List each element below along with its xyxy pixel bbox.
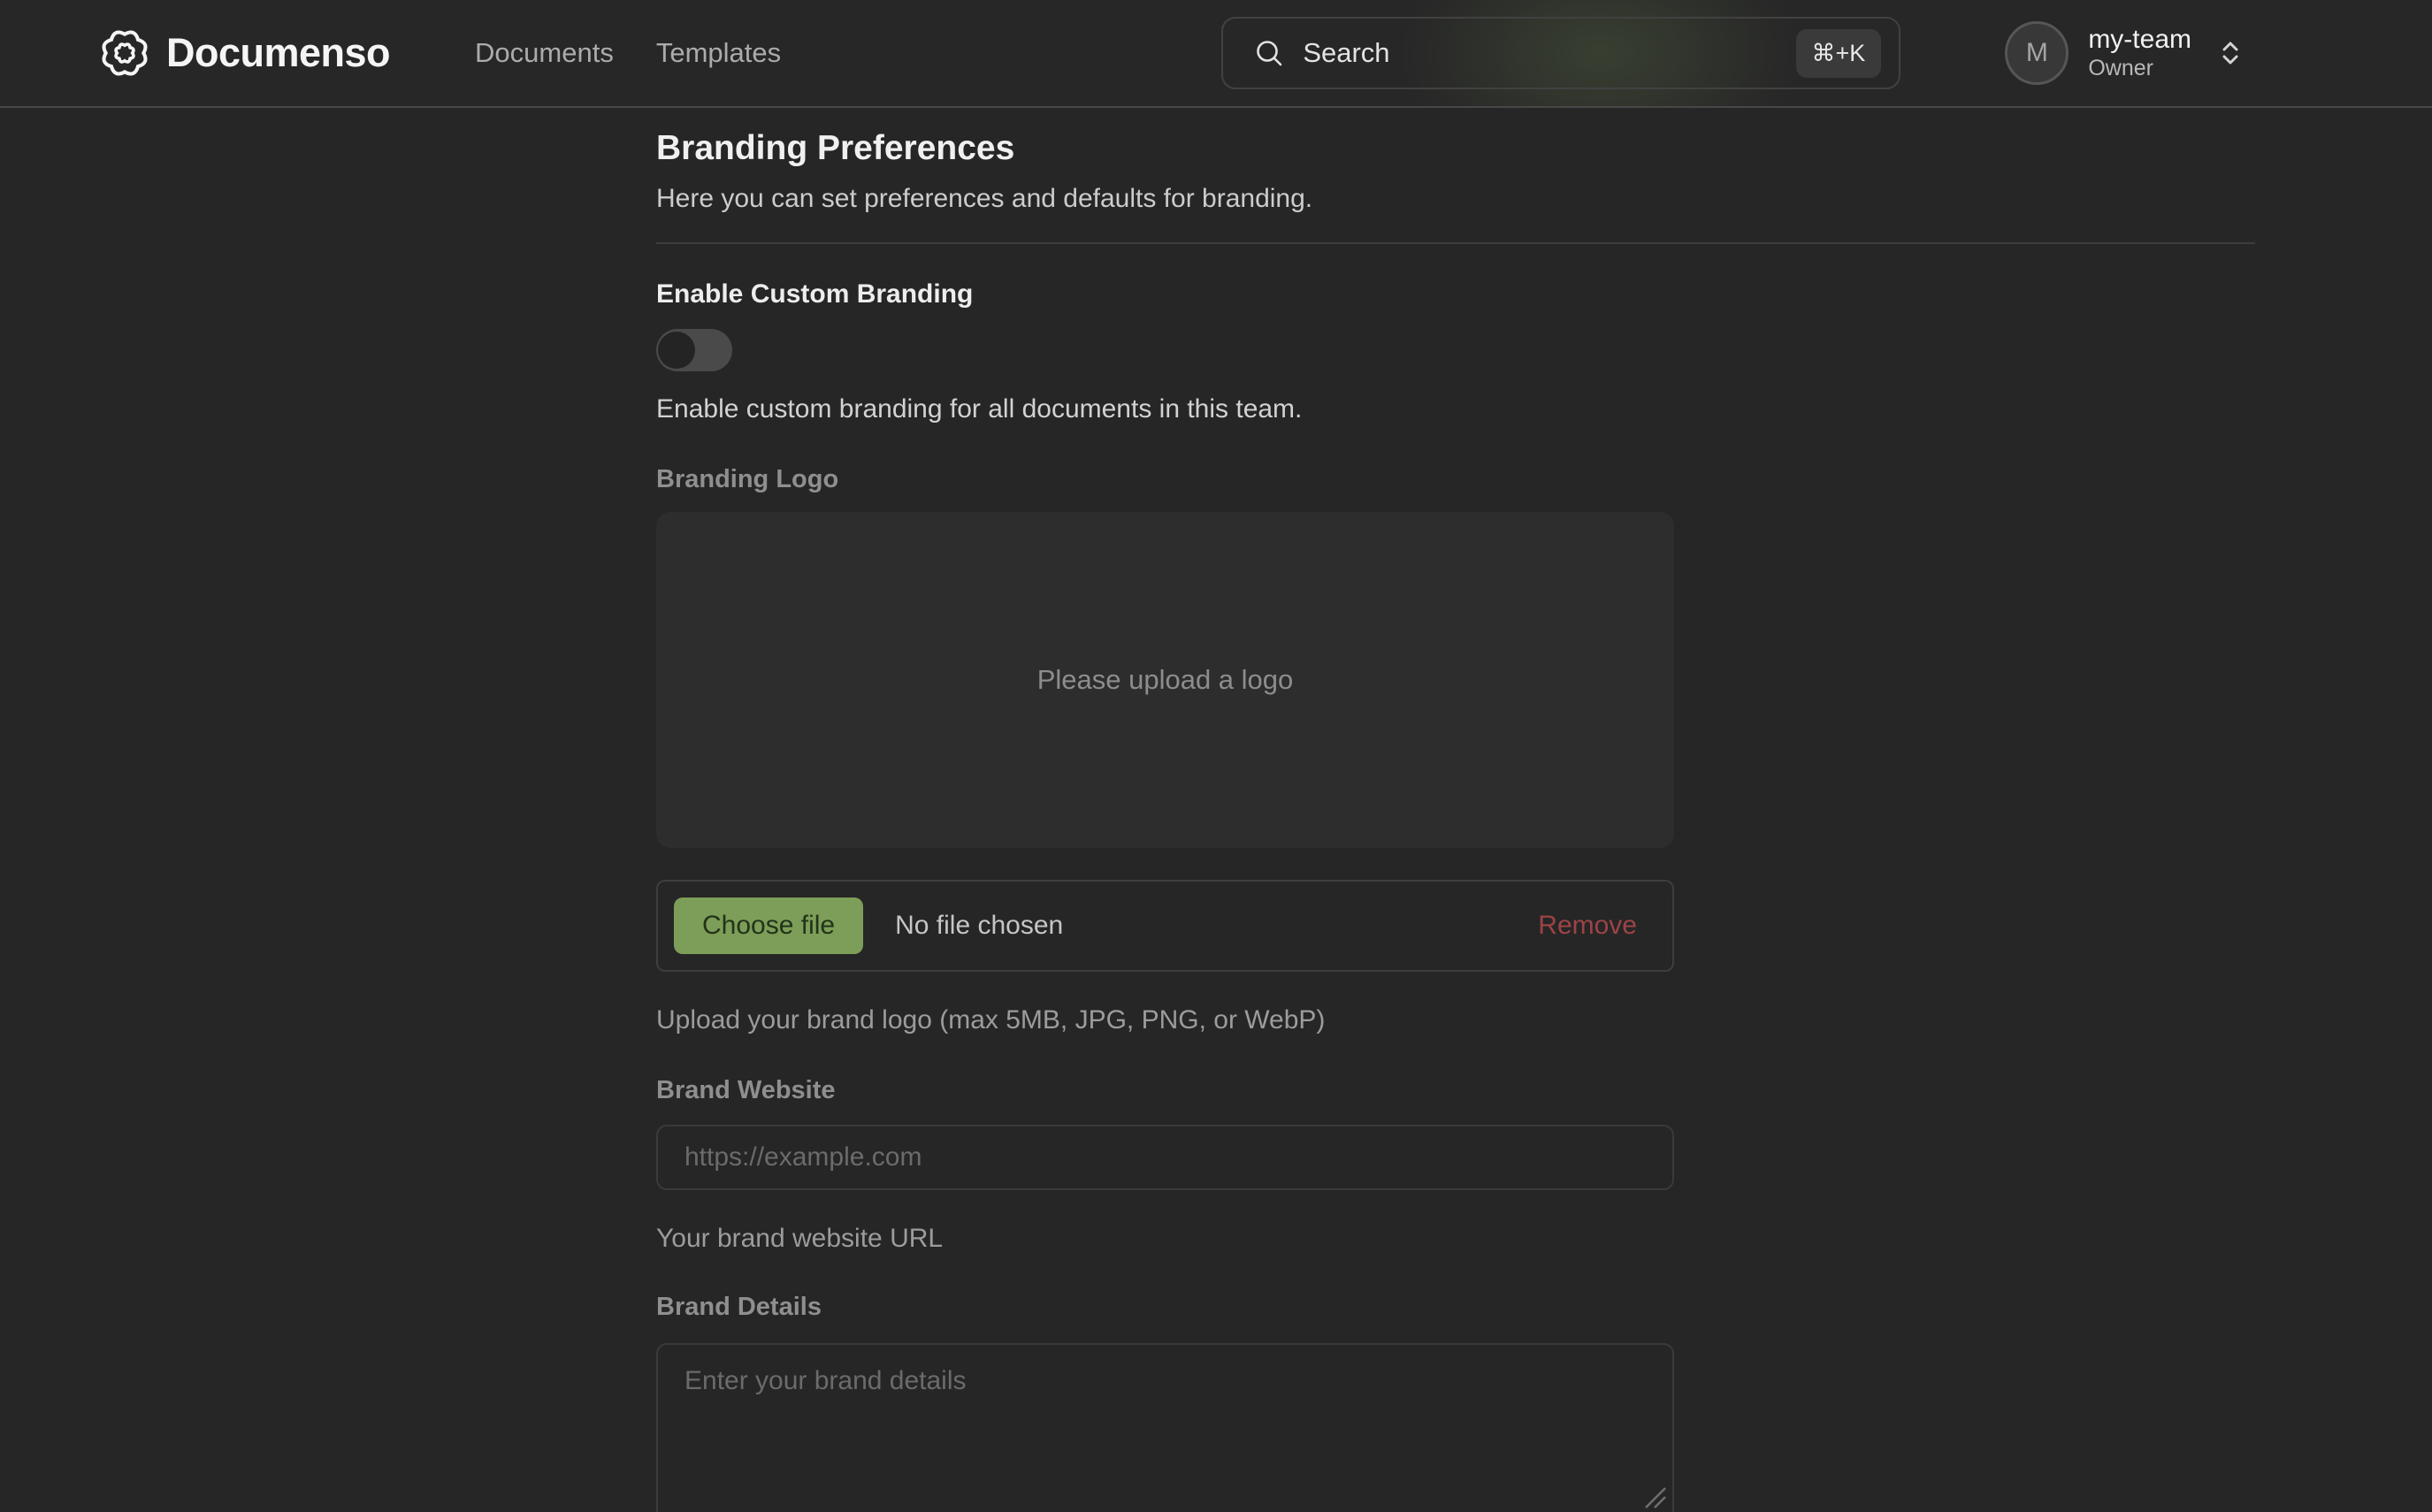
remove-logo-button[interactable]: Remove — [1538, 911, 1637, 941]
page-subtitle: Here you can set preferences and default… — [656, 184, 2255, 214]
team-info: my-team Owner — [2088, 25, 2191, 80]
team-menu-button[interactable]: M my-team Owner — [2005, 21, 2245, 85]
brand-name: Documenso — [166, 30, 390, 76]
branding-logo-label: Branding Logo — [656, 465, 2255, 494]
search-input[interactable] — [1285, 19, 1795, 88]
resize-grip-icon[interactable] — [1639, 1481, 1669, 1511]
app-window: Documenso Documents Templates ⌘+K M my-t… — [0, 0, 2432, 1512]
website-helper-text: Your brand website URL — [656, 1224, 2255, 1254]
nav-item-documents[interactable]: Documents — [475, 37, 614, 69]
brand-details-textarea[interactable] — [656, 1343, 1674, 1512]
nav-item-templates[interactable]: Templates — [656, 37, 781, 69]
documenso-logo-icon — [97, 26, 152, 80]
team-name: my-team — [2088, 25, 2191, 56]
search-box[interactable]: ⌘+K — [1221, 17, 1900, 89]
brand-details-field — [656, 1343, 1674, 1512]
enable-branding-description: Enable custom branding for all documents… — [656, 394, 2255, 424]
branding-preferences-page: Branding Preferences Here you can set pr… — [656, 129, 2255, 1512]
section-divider — [656, 242, 2255, 244]
upload-placeholder-text: Please upload a logo — [1037, 664, 1294, 696]
top-navbar: Documenso Documents Templates ⌘+K M my-t… — [0, 0, 2432, 108]
no-file-chosen-text: No file chosen — [895, 911, 1063, 941]
brand-website-label: Brand Website — [656, 1076, 2255, 1105]
page-title: Branding Preferences — [656, 129, 2255, 168]
toggle-knob — [658, 332, 695, 369]
team-avatar: M — [2005, 21, 2069, 85]
choose-file-button[interactable]: Choose file — [674, 897, 863, 954]
team-role: Owner — [2088, 56, 2191, 81]
logo-upload-dropzone[interactable]: Please upload a logo — [656, 512, 1674, 848]
search-icon — [1253, 37, 1285, 69]
primary-nav: Documents Templates — [475, 37, 781, 69]
caret-sort-icon — [2216, 37, 2245, 69]
brand-details-label: Brand Details — [656, 1293, 2255, 1322]
enable-branding-label: Enable Custom Branding — [656, 279, 2255, 309]
brand-logo-link[interactable]: Documenso — [97, 26, 390, 80]
search-shortcut-badge: ⌘+K — [1796, 29, 1882, 78]
logo-file-input-row: Choose file No file chosen Remove — [656, 880, 1674, 972]
brand-website-input[interactable] — [656, 1125, 1674, 1190]
custom-branding-toggle[interactable] — [656, 329, 732, 371]
logo-helper-text: Upload your brand logo (max 5MB, JPG, PN… — [656, 1005, 2255, 1035]
